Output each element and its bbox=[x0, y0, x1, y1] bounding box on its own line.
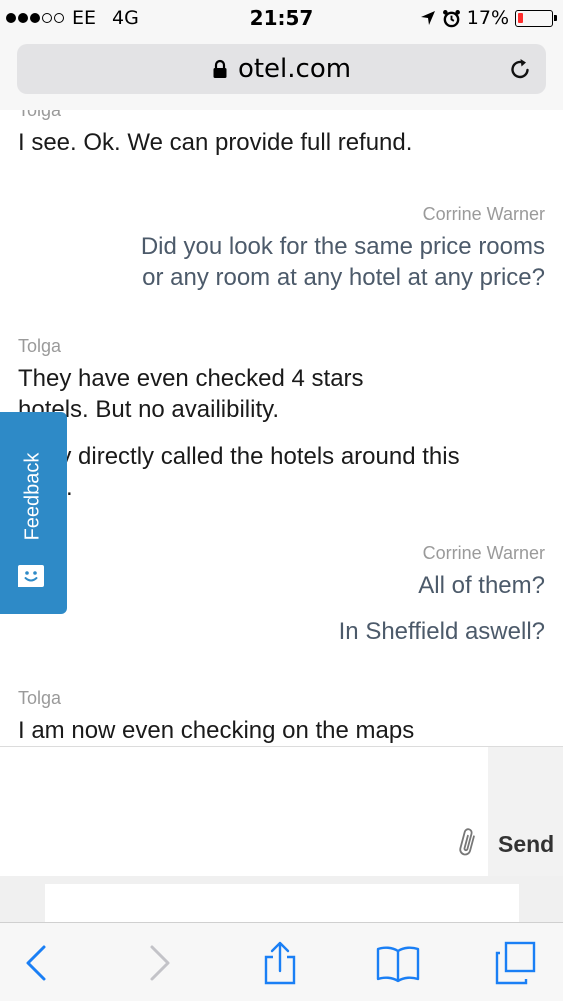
browser-address-region: otel.com bbox=[0, 36, 563, 111]
url-text[interactable]: otel.com bbox=[238, 54, 351, 84]
location-arrow-icon bbox=[420, 11, 435, 25]
battery-level bbox=[518, 12, 523, 23]
message-line: or any room at any hotel at any price? bbox=[142, 264, 545, 291]
battery-percent: 17% bbox=[466, 7, 509, 29]
feedback-label[interactable]: Feedback bbox=[22, 432, 45, 562]
message-line: hotels. But no availibility. bbox=[18, 396, 280, 423]
message-sender: Corrine Warner bbox=[422, 543, 545, 563]
message-sender: Tolga bbox=[18, 688, 62, 708]
reload-icon[interactable] bbox=[508, 57, 532, 81]
page-footer-band bbox=[0, 876, 563, 924]
message-line: They have even checked 4 stars bbox=[18, 365, 364, 392]
paperclip-icon[interactable] bbox=[456, 827, 480, 859]
bookmarks-icon[interactable] bbox=[376, 941, 420, 985]
back-icon[interactable] bbox=[16, 941, 60, 985]
alarm-clock-icon bbox=[442, 9, 460, 27]
share-icon[interactable] bbox=[258, 941, 302, 985]
battery-icon bbox=[515, 9, 557, 27]
message-sender: Tolga bbox=[18, 110, 62, 120]
message-input[interactable] bbox=[0, 747, 450, 877]
tabs-icon[interactable] bbox=[494, 941, 538, 985]
address-bar[interactable]: otel.com bbox=[17, 44, 546, 94]
lock-icon bbox=[213, 59, 227, 78]
status-bar: EE 4G 21:57 17% bbox=[0, 0, 563, 36]
message-composer: Send bbox=[0, 746, 563, 877]
message-sender: Tolga bbox=[18, 336, 62, 356]
forward-icon[interactable] bbox=[136, 941, 180, 985]
address-display[interactable]: otel.com bbox=[17, 44, 546, 94]
browser-toolbar bbox=[0, 922, 563, 1001]
message-corrine-2: Corrine Warner All of them? In Sheffield… bbox=[18, 543, 545, 647]
message-line: I am now even checking on the maps bbox=[18, 717, 415, 744]
message-corrine-1: Corrine Warner Did you look for the same… bbox=[18, 204, 545, 293]
message-line: area. bbox=[18, 472, 545, 503]
message-tolga-3: Tolga I am now even checking on the maps bbox=[18, 688, 545, 746]
status-right: 17% bbox=[420, 7, 557, 29]
chat-transcript[interactable]: Tolga I see. Ok. We can provide full ref… bbox=[0, 110, 563, 746]
message-tolga-2: Tolga They have even checked 4 stars hot… bbox=[18, 336, 545, 503]
message-line: They directly called the hotels around t… bbox=[18, 443, 460, 470]
message-line: In Sheffield aswell? bbox=[338, 618, 545, 645]
send-button[interactable]: Send bbox=[498, 831, 554, 858]
message-line: I see. Ok. We can provide full refund. bbox=[18, 129, 413, 156]
message-line: All of them? bbox=[418, 572, 545, 599]
message-sender: Corrine Warner bbox=[422, 204, 545, 224]
smiley-chat-icon[interactable] bbox=[17, 564, 45, 588]
page-footer-box bbox=[45, 884, 519, 924]
message-line: Did you look for the same price rooms bbox=[140, 233, 545, 260]
message-tolga-1: Tolga I see. Ok. We can provide full ref… bbox=[18, 110, 545, 158]
feedback-tab[interactable]: Feedback bbox=[0, 412, 67, 614]
